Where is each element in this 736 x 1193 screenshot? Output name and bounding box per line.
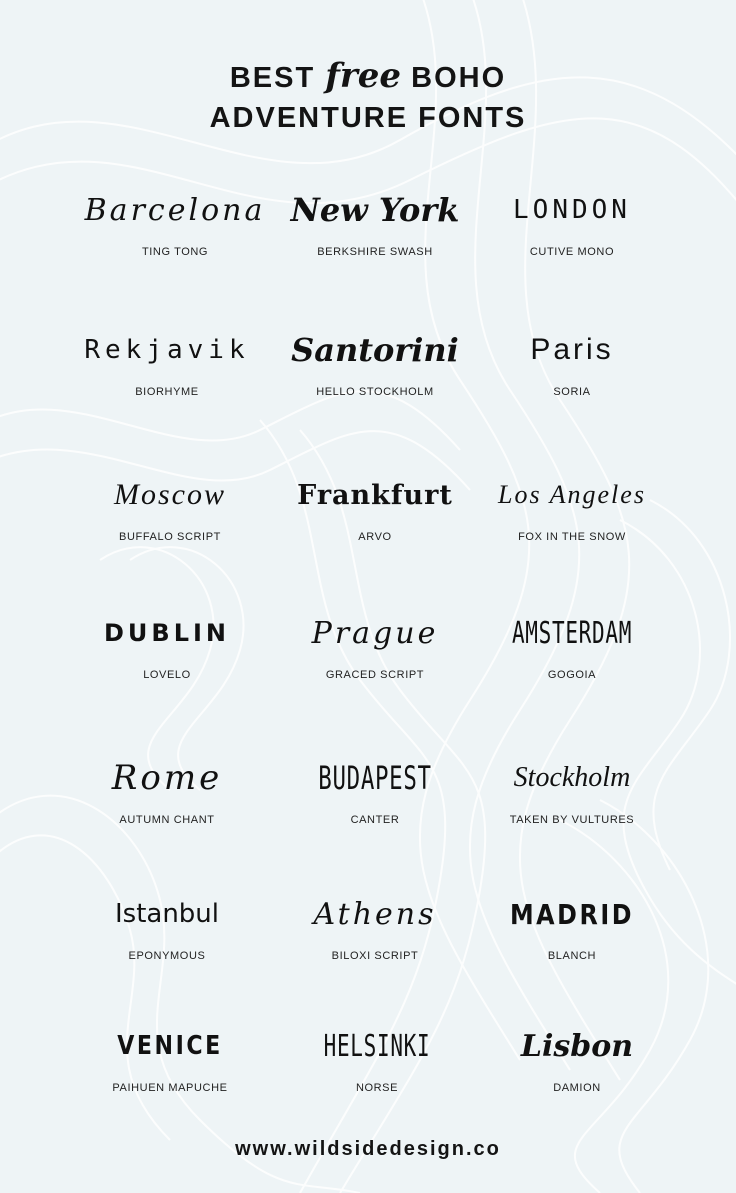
font-name: CANTER [350,814,400,826]
font-name: GOGOIA [547,669,597,681]
font-name: AUTUMN CHANT [119,814,215,826]
font-card-stockholm: Stockholm TAKEN BY VULTURES [457,748,687,826]
font-card-madrid: MADRID BLANCH [457,884,687,963]
font-name: DAMION [553,1082,601,1094]
font-sample: VENICE [117,1031,223,1061]
font-name: HELLO STOCKHOLM [316,386,434,398]
title-line-1: BEST free BOHO [0,56,736,98]
font-sample: Prague [311,615,439,651]
page-title: BEST free BOHO ADVENTURE FONTS [0,56,736,138]
font-sample: Lisbon [520,1028,634,1064]
font-name: SORIA [553,386,591,398]
font-name: LOVELO [143,669,191,681]
title-boho: BOHO [411,62,507,94]
website-url: www.wildsidedesign.co [235,1138,501,1160]
font-card-frankfurt: Frankfurt ARVO [260,465,490,544]
font-sample: AMSTERDAM [511,615,633,651]
font-name: BILOXI SCRIPT [331,950,419,962]
title-best: BEST [229,62,316,94]
font-name: EPONYMOUS [128,950,206,962]
font-sample: MADRID [509,897,635,931]
title-free: free [325,56,402,96]
font-card-athens: Athens BILOXI SCRIPT [260,884,490,963]
font-card-london: LONDON CUTIVE MONO [457,180,687,258]
font-sample: Moscow [114,478,226,511]
font-card-barcelona: Barcelona TING TONG [60,180,290,259]
font-card-moscow: Moscow BUFFALO SCRIPT [55,465,285,543]
contour-background [0,0,736,1193]
title-line-2: ADVENTURE FONTS [209,102,527,134]
font-sample: Rekjavik [84,335,250,365]
font-sample: Stockholm [513,762,631,793]
font-name: PAIHUEN MAPUCHE [112,1082,228,1094]
font-name: BERKSHIRE SWASH [317,246,433,258]
font-sample: Frankfurt [297,479,453,511]
font-name: BIORHYME [135,386,199,398]
font-sample: DUBLIN [103,619,230,647]
font-name: TING TONG [141,246,209,258]
font-card-venice: VENICE PAIHUEN MAPUCHE [55,1016,285,1094]
font-name: GRACED SCRIPT [325,669,425,681]
font-card-rekjavik: Rekjavik BIORHYME [52,320,282,398]
font-card-prague: Prague GRACED SCRIPT [260,603,490,682]
font-card-amsterdam: AMSTERDAM GOGOIA [457,603,687,682]
font-card-dublin: DUBLIN LOVELO [52,603,282,681]
font-name: BUFFALO SCRIPT [119,531,221,543]
font-sample: BUDAPEST [318,759,432,797]
font-card-lisbon: Lisbon DAMION [462,1016,692,1095]
font-sample: Los Angeles [498,480,646,509]
font-sample: Barcelona [84,192,266,228]
font-card-paris: Paris SORIA [457,320,687,398]
font-sample: LONDON [513,195,631,225]
font-card-istanbul: Istanbul EPONYMOUS [52,884,282,962]
font-name: BLANCH [547,950,597,962]
font-sample: Athens [313,896,437,932]
font-name: FOX IN THE SNOW [518,531,626,543]
font-sample: Paris [530,333,614,366]
font-card-budapest: BUDAPEST CANTER [260,748,490,826]
font-sample: Rome [111,758,223,798]
font-name: TAKEN BY VULTURES [509,814,635,826]
font-card-helsinki: HELSINKI NORSE [262,1016,492,1095]
font-card-santorini: Santorini HELLO STOCKHOLM [260,320,490,398]
font-sample: Santorini [291,331,459,369]
font-card-rome: Rome AUTUMN CHANT [52,748,282,826]
font-card-new-york: New York BERKSHIRE SWASH [260,180,490,258]
font-name: CUTIVE MONO [529,246,615,258]
font-name: ARVO [358,531,392,543]
font-name: NORSE [355,1082,399,1094]
font-sample: Istanbul [114,899,220,929]
font-sample: HELSINKI [323,1028,431,1064]
font-sample: New York [290,191,460,229]
font-card-los-angeles: Los Angeles FOX IN THE SNOW [457,465,687,543]
